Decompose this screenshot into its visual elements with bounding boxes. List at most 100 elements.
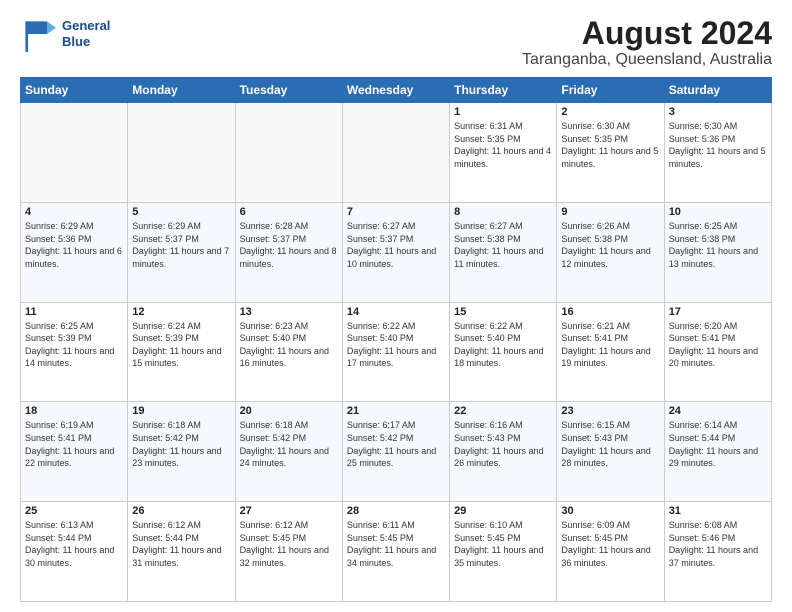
day-info: Sunrise: 6:24 AM Sunset: 5:39 PM Dayligh… (132, 320, 230, 370)
title-block: August 2024 Taranganba, Queensland, Aust… (522, 16, 772, 69)
calendar-cell-17: 14 Sunrise: 6:22 AM Sunset: 5:40 PM Dayli… (342, 302, 449, 402)
calendar-cell-12: 9 Sunrise: 6:26 AM Sunset: 5:38 PM Daylig… (557, 202, 664, 302)
calendar-header-row: SundayMondayTuesdayWednesdayThursdayFrid… (21, 78, 772, 103)
day-info: Sunrise: 6:10 AM Sunset: 5:45 PM Dayligh… (454, 519, 552, 569)
logo-text: General Blue (62, 18, 110, 49)
weekday-header-saturday: Saturday (664, 78, 771, 103)
day-info: Sunrise: 6:11 AM Sunset: 5:45 PM Dayligh… (347, 519, 445, 569)
calendar-cell-25: 22Sunrise: 6:16 AM Sunset: 5:43 PM Dayli… (450, 402, 557, 502)
calendar-cell-3 (342, 103, 449, 203)
day-info: Sunrise: 6:22 AM Sunset: 5:40 PM Dayligh… (347, 320, 445, 370)
calendar-cell-13: 10 Sunrise: 6:25 AM Sunset: 5:38 PM Dayli… (664, 202, 771, 302)
weekday-header-friday: Friday (557, 78, 664, 103)
day-number: 19 (132, 405, 230, 417)
day-info: Sunrise: 6:12 AM Sunset: 5:45 PM Dayligh… (240, 519, 338, 569)
calendar-cell-26: 23 Sunrise: 6:15 AM Sunset: 5:43 PM Dayli… (557, 402, 664, 502)
calendar-cell-34: 31 Sunrise: 6:08 AM Sunset: 5:46 PM Dayli… (664, 502, 771, 602)
day-info: Sunrise: 6:08 AM Sunset: 5:46 PM Dayligh… (669, 519, 767, 569)
weekday-header-monday: Monday (128, 78, 235, 103)
calendar-cell-32: 29 Sunrise: 6:10 AM Sunset: 5:45 PM Dayli… (450, 502, 557, 602)
weekday-header-tuesday: Tuesday (235, 78, 342, 103)
day-info: Sunrise: 6:18 AM Sunset: 5:42 PM Dayligh… (132, 419, 230, 469)
day-info: Sunrise: 6:16 AM Sunset: 5:43 PM Dayligh… (454, 419, 552, 469)
day-number: 18 (25, 405, 123, 417)
day-info: Sunrise: 6:26 AM Sunset: 5:38 PM Dayligh… (561, 220, 659, 270)
day-number: 5 (132, 206, 230, 218)
day-info: Sunrise: 6:29 AM Sunset: 5:37 PM Dayligh… (132, 220, 230, 270)
calendar-cell-21: 18 Sunrise: 6:19 AM Sunset: 5:41 PM Dayli… (21, 402, 128, 502)
day-info: Sunrise: 6:25 AM Sunset: 5:39 PM Dayligh… (25, 320, 123, 370)
weekday-header-sunday: Sunday (21, 78, 128, 103)
calendar-cell-22: 19 Sunrise: 6:18 AM Sunset: 5:42 PM Dayli… (128, 402, 235, 502)
calendar-cell-27: 24Sunrise: 6:14 AM Sunset: 5:44 PM Dayli… (664, 402, 771, 502)
day-info: Sunrise: 6:31 AM Sunset: 5:35 PM Dayligh… (454, 120, 552, 170)
calendar-cell-4: 1 Sunrise: 6:31 AM Sunset: 5:35 PM Daylig… (450, 103, 557, 203)
day-number: 29 (454, 505, 552, 517)
day-number: 17 (669, 306, 767, 318)
day-info: Sunrise: 6:14 AM Sunset: 5:44 PM Dayligh… (669, 419, 767, 469)
calendar-cell-1 (128, 103, 235, 203)
calendar-cell-19: 16 Sunrise: 6:21 AM Sunset: 5:41 PM Dayli… (557, 302, 664, 402)
day-info: Sunrise: 6:19 AM Sunset: 5:41 PM Dayligh… (25, 419, 123, 469)
day-number: 30 (561, 505, 659, 517)
page: General Blue August 2024 Taranganba, Que… (0, 0, 792, 612)
day-info: Sunrise: 6:20 AM Sunset: 5:41 PM Dayligh… (669, 320, 767, 370)
calendar-cell-20: 17 Sunrise: 6:20 AM Sunset: 5:41 PM Dayli… (664, 302, 771, 402)
logo-icon (20, 16, 56, 52)
day-number: 1 (454, 106, 552, 118)
weekday-header-thursday: Thursday (450, 78, 557, 103)
subtitle: Taranganba, Queensland, Australia (522, 51, 772, 69)
day-info: Sunrise: 6:30 AM Sunset: 5:35 PM Dayligh… (561, 120, 659, 170)
calendar-week-3: 11Sunrise: 6:25 AM Sunset: 5:39 PM Dayli… (21, 302, 772, 402)
calendar-cell-5: 2Sunrise: 6:30 AM Sunset: 5:35 PM Daylig… (557, 103, 664, 203)
calendar-cell-14: 11Sunrise: 6:25 AM Sunset: 5:39 PM Dayli… (21, 302, 128, 402)
logo-line2: Blue (62, 34, 90, 49)
calendar-cell-9: 6Sunrise: 6:28 AM Sunset: 5:37 PM Daylig… (235, 202, 342, 302)
logo: General Blue (20, 16, 110, 52)
calendar-cell-33: 30 Sunrise: 6:09 AM Sunset: 5:45 PM Dayli… (557, 502, 664, 602)
day-number: 6 (240, 206, 338, 218)
header: General Blue August 2024 Taranganba, Que… (20, 16, 772, 69)
day-info: Sunrise: 6:12 AM Sunset: 5:44 PM Dayligh… (132, 519, 230, 569)
day-info: Sunrise: 6:09 AM Sunset: 5:45 PM Dayligh… (561, 519, 659, 569)
day-info: Sunrise: 6:13 AM Sunset: 5:44 PM Dayligh… (25, 519, 123, 569)
calendar-cell-16: 13 Sunrise: 6:23 AM Sunset: 5:40 PM Dayli… (235, 302, 342, 402)
calendar-week-4: 18 Sunrise: 6:19 AM Sunset: 5:41 PM Dayli… (21, 402, 772, 502)
calendar-cell-18: 15Sunrise: 6:22 AM Sunset: 5:40 PM Dayli… (450, 302, 557, 402)
day-number: 10 (669, 206, 767, 218)
day-number: 20 (240, 405, 338, 417)
calendar-cell-30: 27 Sunrise: 6:12 AM Sunset: 5:45 PM Dayli… (235, 502, 342, 602)
day-number: 3 (669, 106, 767, 118)
day-info: Sunrise: 6:27 AM Sunset: 5:38 PM Dayligh… (454, 220, 552, 270)
calendar-cell-11: 8Sunrise: 6:27 AM Sunset: 5:38 PM Daylig… (450, 202, 557, 302)
calendar-cell-31: 28Sunrise: 6:11 AM Sunset: 5:45 PM Dayli… (342, 502, 449, 602)
main-title: August 2024 (522, 16, 772, 51)
day-number: 16 (561, 306, 659, 318)
calendar-cell-2 (235, 103, 342, 203)
day-info: Sunrise: 6:15 AM Sunset: 5:43 PM Dayligh… (561, 419, 659, 469)
day-info: Sunrise: 6:25 AM Sunset: 5:38 PM Dayligh… (669, 220, 767, 270)
calendar-cell-10: 7Sunrise: 6:27 AM Sunset: 5:37 PM Daylig… (342, 202, 449, 302)
calendar-cell-7: 4Sunrise: 6:29 AM Sunset: 5:36 PM Daylig… (21, 202, 128, 302)
day-number: 9 (561, 206, 659, 218)
day-number: 12 (132, 306, 230, 318)
calendar-cell-24: 21Sunrise: 6:17 AM Sunset: 5:42 PM Dayli… (342, 402, 449, 502)
day-number: 14 (347, 306, 445, 318)
day-number: 27 (240, 505, 338, 517)
calendar-cell-15: 12 Sunrise: 6:24 AM Sunset: 5:39 PM Dayli… (128, 302, 235, 402)
day-info: Sunrise: 6:21 AM Sunset: 5:41 PM Dayligh… (561, 320, 659, 370)
day-number: 15 (454, 306, 552, 318)
day-number: 23 (561, 405, 659, 417)
calendar-week-5: 25Sunrise: 6:13 AM Sunset: 5:44 PM Dayli… (21, 502, 772, 602)
day-number: 26 (132, 505, 230, 517)
calendar-week-2: 4Sunrise: 6:29 AM Sunset: 5:36 PM Daylig… (21, 202, 772, 302)
calendar-cell-23: 20Sunrise: 6:18 AM Sunset: 5:42 PM Dayli… (235, 402, 342, 502)
weekday-header-wednesday: Wednesday (342, 78, 449, 103)
day-number: 13 (240, 306, 338, 318)
logo-line1: General (62, 18, 110, 33)
day-info: Sunrise: 6:23 AM Sunset: 5:40 PM Dayligh… (240, 320, 338, 370)
day-number: 4 (25, 206, 123, 218)
calendar-cell-28: 25Sunrise: 6:13 AM Sunset: 5:44 PM Dayli… (21, 502, 128, 602)
day-info: Sunrise: 6:17 AM Sunset: 5:42 PM Dayligh… (347, 419, 445, 469)
day-number: 31 (669, 505, 767, 517)
